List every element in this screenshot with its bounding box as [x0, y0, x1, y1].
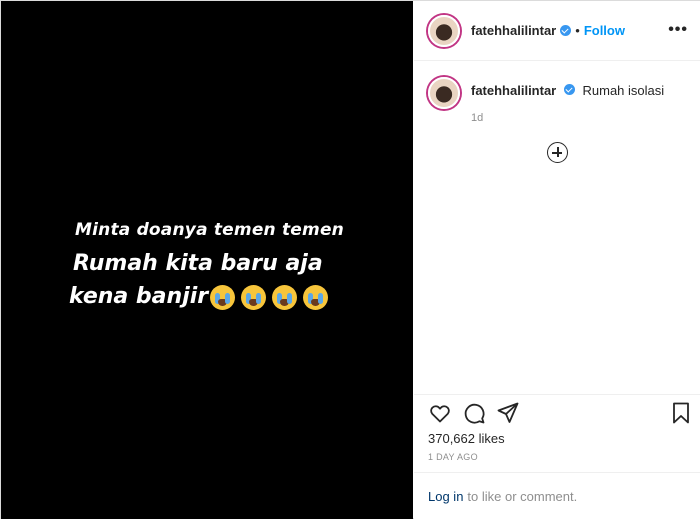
comment-text: Rumah isolasi	[582, 83, 665, 98]
login-link[interactable]: Log in	[428, 489, 463, 504]
comment-line: fatehhalilintar Rumah isolasi	[471, 83, 664, 98]
post-header: fatehhalilintar • Follow •••	[414, 1, 700, 61]
comment-username[interactable]: fatehhalilintar	[471, 83, 556, 98]
post-image[interactable]: Minta doanya temen temen Rumah kita baru…	[1, 1, 413, 519]
verified-badge-icon	[563, 84, 575, 95]
caption-comment: fatehhalilintar Rumah isolasi 1d	[428, 77, 664, 124]
load-more-comments-icon[interactable]	[547, 142, 568, 163]
likes-count[interactable]: 370,662 likes	[428, 431, 505, 446]
login-hint-text: to like or comment.	[467, 489, 578, 504]
emoji-row	[210, 284, 329, 310]
login-bar: Log in to like or comment.	[414, 472, 700, 519]
verified-badge-icon	[560, 25, 572, 36]
story-text-line-2: Rumah kita baru aja	[73, 251, 323, 276]
post-time[interactable]: 1 DAY AGO	[428, 452, 478, 462]
crying-face-icon	[272, 284, 298, 310]
follow-button[interactable]: Follow	[584, 23, 625, 38]
instagram-post: Minta doanya temen temen Rumah kita baru…	[0, 0, 700, 519]
avatar[interactable]	[428, 14, 460, 47]
post-side-panel: fatehhalilintar • Follow ••• fatehhalili…	[414, 1, 700, 519]
story-text-line-3-words: kena banjir	[69, 284, 209, 309]
comment-avatar[interactable]	[428, 77, 460, 109]
header-username[interactable]: fatehhalilintar	[471, 23, 556, 38]
crying-face-icon	[303, 284, 329, 310]
post-actions: 370,662 likes 1 DAY AGO	[414, 394, 700, 472]
comment-icon[interactable]	[462, 401, 486, 425]
crying-face-icon	[241, 284, 267, 310]
story-text-line-1: Minta doanya temen temen	[75, 220, 344, 240]
share-icon[interactable]	[496, 401, 520, 425]
story-text-line-3: kena banjir	[69, 284, 413, 310]
more-options-icon[interactable]: •••	[668, 21, 688, 39]
crying-face-icon	[210, 284, 236, 310]
bookmark-icon[interactable]	[669, 401, 693, 425]
separator-dot: •	[575, 23, 580, 38]
heart-icon[interactable]	[428, 401, 452, 425]
comment-body: fatehhalilintar Rumah isolasi 1d	[471, 83, 664, 124]
comment-time[interactable]: 1d	[471, 112, 664, 124]
